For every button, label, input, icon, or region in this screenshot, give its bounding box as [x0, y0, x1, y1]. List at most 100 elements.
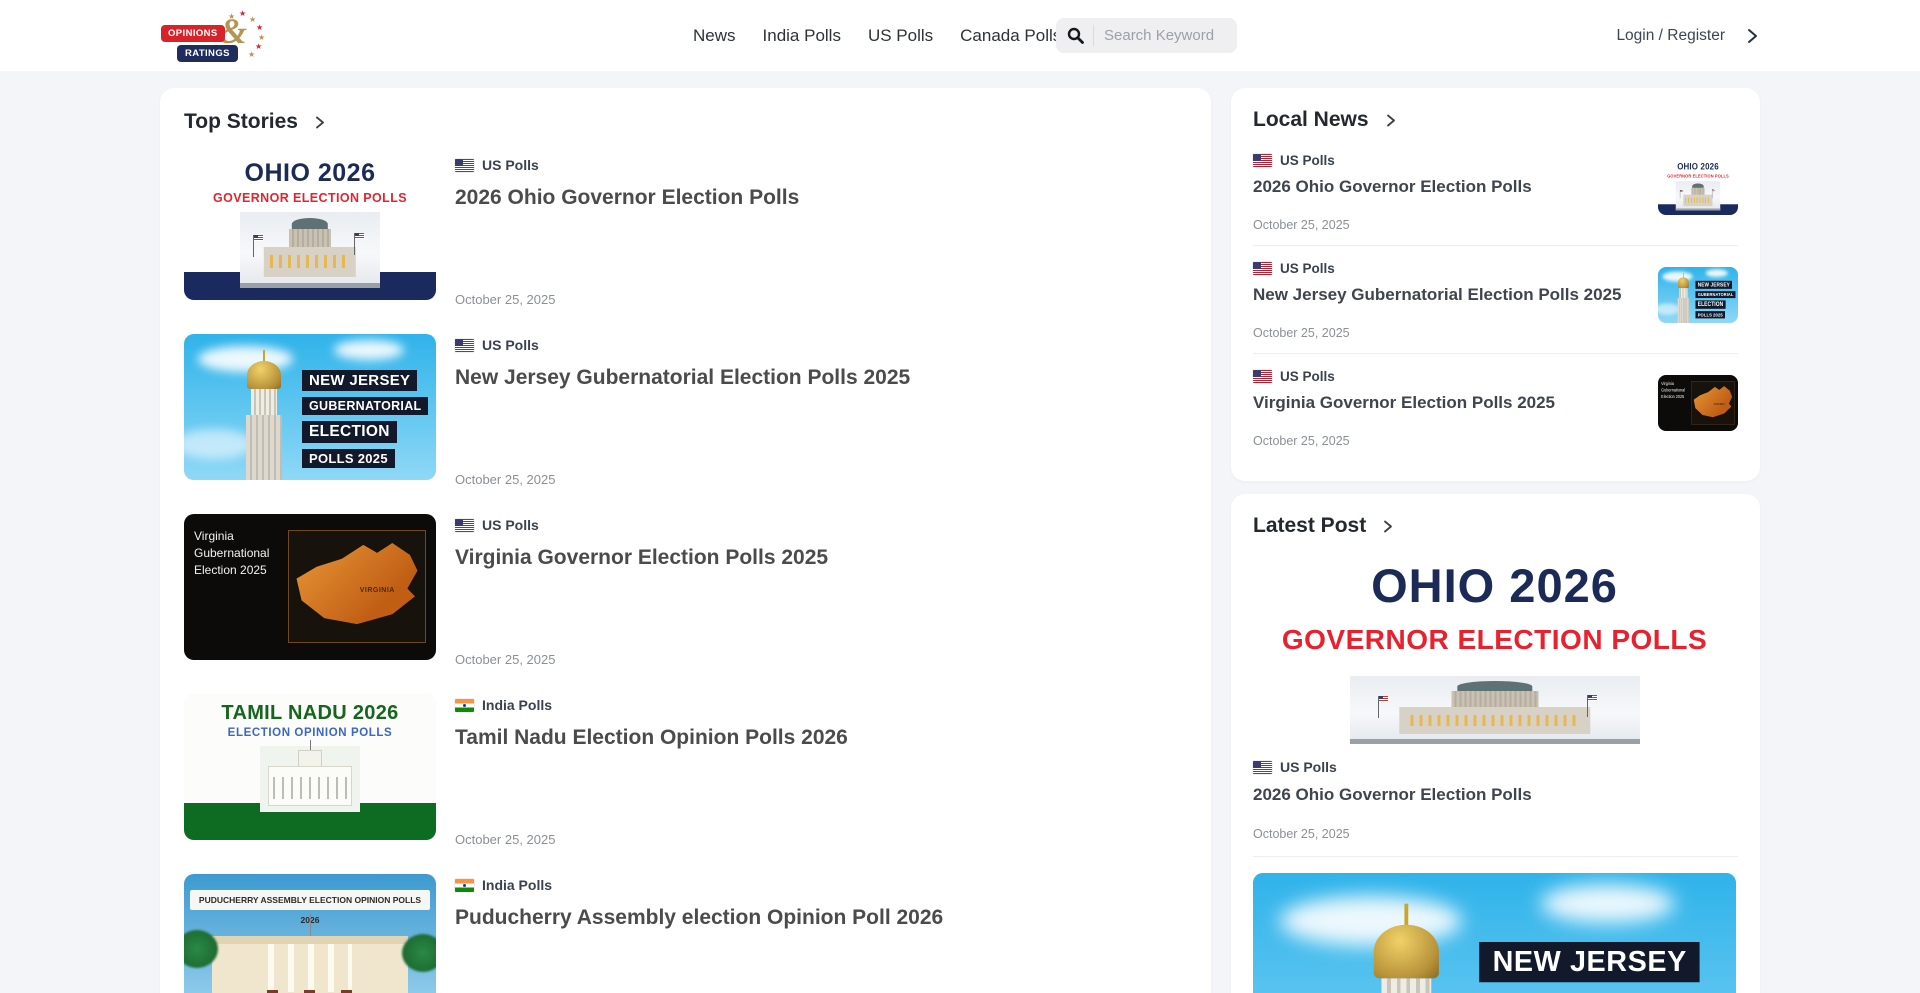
category-badge[interactable]: US Polls [455, 517, 1187, 533]
article-title[interactable]: Puducherry Assembly election Opinion Pol… [455, 906, 1187, 930]
nav-link-news[interactable]: News [693, 26, 736, 46]
article-date: October 25, 2025 [455, 292, 555, 307]
article-title[interactable]: Virginia Governor Election Polls 2025 [455, 546, 1187, 570]
post-title[interactable]: 2026 Ohio Governor Election Polls [1253, 785, 1738, 805]
login-register[interactable]: Login / Register [1616, 0, 1760, 71]
logo-star-icon: ★ [248, 51, 255, 59]
statehouse-photo-graphic [1350, 676, 1640, 744]
article-row[interactable]: TAMIL NADU 2026 ELECTION OPINION POLLS I… [184, 694, 1187, 840]
article-thumbnail[interactable]: PUDUCHERRY ASSEMBLY ELECTION OPINION POL… [184, 874, 436, 993]
article-title[interactable]: 2026 Ohio Governor Election Polls [455, 186, 1187, 210]
virginia-thumbnail-art: Virginia Gubernational Election 2025 VIR… [1658, 375, 1738, 431]
category-label: US Polls [482, 157, 539, 173]
us-flag-icon [1253, 761, 1272, 774]
category-badge[interactable]: US Polls [455, 157, 1187, 173]
article-thumbnail[interactable]: TAMIL NADU 2026 ELECTION OPINION POLLS [184, 694, 436, 840]
local-news-body: US Polls 2026 Ohio Governor Election Pol… [1253, 153, 1642, 232]
logo-star-icon: ★ [256, 24, 263, 32]
article-thumbnail[interactable]: Virginia Gubernational Election 2025 VIR… [184, 514, 436, 660]
map-label-text: VIRGINIA [1714, 403, 1725, 406]
local-news-title-text[interactable]: Virginia Governor Election Polls 2025 [1253, 393, 1642, 413]
local-news-title-text[interactable]: 2026 Ohio Governor Election Polls [1253, 177, 1642, 197]
latest-post-image[interactable]: OHIO 2026 GOVERNOR ELECTION POLLS [1253, 554, 1736, 744]
category-badge[interactable]: US Polls [1253, 153, 1642, 168]
latest-post-title: Latest Post [1253, 514, 1366, 538]
article-body: India Polls Puducherry Assembly election… [455, 874, 1187, 993]
article-body: US Polls Virginia Governor Election Poll… [455, 514, 1187, 660]
chevron-right-icon [1384, 114, 1397, 127]
article-row[interactable]: OHIO 2026 GOVERNOR ELECTION POLLS US Pol… [184, 154, 1187, 300]
article-row[interactable]: PUDUCHERRY ASSEMBLY ELECTION OPINION POL… [184, 874, 1187, 993]
nav-link-india-polls[interactable]: India Polls [763, 26, 841, 46]
statehouse-photo-graphic [1676, 181, 1720, 210]
search-divider [1093, 25, 1094, 46]
latest-post-header[interactable]: Latest Post [1253, 514, 1738, 538]
category-badge[interactable]: US Polls [455, 337, 1187, 353]
thumb-title-text: NEW JERSEY [1695, 281, 1732, 289]
map-label-text: VIRGINIA [360, 587, 395, 594]
article-thumbnail[interactable]: NEW JERSEY GUBERNATORIAL ELECTION POLLS … [184, 334, 436, 480]
article-row[interactable]: NEW JERSEY GUBERNATORIAL ELECTION POLLS … [184, 334, 1187, 480]
thumb-title-text: ELECTION [1695, 300, 1725, 308]
local-news-item[interactable]: US Polls 2026 Ohio Governor Election Pol… [1253, 138, 1738, 245]
local-news-thumbnail[interactable]: NEW JERSEY GUBERNATORIAL ELECTION POLLS … [1658, 267, 1738, 323]
article-thumbnail[interactable]: OHIO 2026 GOVERNOR ELECTION POLLS [184, 154, 436, 300]
local-news-thumbnail[interactable]: Virginia Gubernational Election 2025 VIR… [1658, 375, 1738, 431]
top-stories-list: OHIO 2026 GOVERNOR ELECTION POLLS US Pol… [184, 154, 1187, 993]
header: OPINIONS & RATINGS ★ ★ ★ ★ ★ ★ ★ News In… [0, 0, 1920, 71]
local-news-section: Local News US Polls 2026 Ohio Governor E… [1231, 88, 1760, 481]
category-badge[interactable]: India Polls [455, 697, 1187, 713]
category-badge[interactable]: US Polls [1253, 261, 1642, 276]
article-body: US Polls New Jersey Gubernatorial Electi… [455, 334, 1187, 480]
post-date: October 25, 2025 [1253, 827, 1738, 841]
thumb-title-text: NEW JERSEY [302, 370, 417, 391]
local-news-item[interactable]: US Polls New Jersey Gubernatorial Electi… [1253, 245, 1738, 353]
chevron-right-icon [313, 116, 326, 129]
thumb-title-text: GUBERNATORIAL [302, 397, 428, 415]
login-register-label: Login / Register [1616, 27, 1725, 45]
top-stories-title: Top Stories [184, 110, 298, 134]
new-jersey-thumbnail-art: NEW JERSEY GUBERNATORIAL ELECTION POLLS … [184, 334, 436, 480]
top-stories-section: Top Stories OHIO 2026 GOVERNOR ELECTION … [160, 88, 1211, 993]
article-title[interactable]: New Jersey Gubernatorial Election Polls … [455, 366, 1187, 390]
thumb-title-text: POLLS 2025 [1695, 311, 1724, 318]
category-badge[interactable]: India Polls [455, 877, 1187, 893]
article-title[interactable]: Tamil Nadu Election Opinion Polls 2026 [455, 726, 1187, 750]
local-news-thumbnail[interactable]: OHIO 2026 GOVERNOR ELECTION POLLS [1658, 159, 1738, 215]
search-input[interactable] [1104, 27, 1214, 44]
local-news-body: US Polls Virginia Governor Election Poll… [1253, 369, 1642, 448]
site-logo[interactable]: OPINIONS & RATINGS ★ ★ ★ ★ ★ ★ ★ [161, 12, 271, 62]
us-flag-icon [455, 519, 474, 532]
local-news-date: October 25, 2025 [1253, 218, 1642, 232]
statehouse-photo-graphic [240, 212, 380, 288]
local-news-title-text[interactable]: New Jersey Gubernatorial Election Polls … [1253, 285, 1642, 305]
thumb-title-text: OHIO 2026 [1253, 558, 1736, 613]
nav-link-canada-polls[interactable]: Canada Polls [960, 26, 1061, 46]
article-date: October 25, 2025 [455, 832, 555, 847]
article-date: October 25, 2025 [455, 472, 555, 487]
nav-link-us-polls[interactable]: US Polls [868, 26, 933, 46]
us-flag-icon [1253, 154, 1272, 167]
top-stories-header[interactable]: Top Stories [184, 110, 1187, 134]
local-news-header[interactable]: Local News [1253, 108, 1738, 132]
gold-dome-graphic [246, 350, 282, 480]
category-badge[interactable]: US Polls [1253, 759, 1738, 775]
india-flag-icon [455, 879, 474, 892]
thumb-title-text: OHIO 2026 [184, 159, 436, 188]
latest-post-image[interactable]: NEW JERSEY GUBERNATORIAL ELECTION POLLS … [1253, 873, 1736, 993]
puducherry-thumbnail-art: PUDUCHERRY ASSEMBLY ELECTION OPINION POL… [184, 874, 436, 993]
local-news-list: US Polls 2026 Ohio Governor Election Pol… [1253, 138, 1738, 461]
thumb-title-text: GUBERNATORIAL [1695, 291, 1735, 298]
tamil-nadu-thumbnail-art: TAMIL NADU 2026 ELECTION OPINION POLLS [184, 694, 436, 840]
thumb-title-text: OHIO 2026 [1658, 161, 1738, 172]
thumb-title-text: NEW JERSEY [1479, 942, 1700, 982]
article-row[interactable]: Virginia Gubernational Election 2025 VIR… [184, 514, 1187, 660]
thumb-subtitle-text: GOVERNOR ELECTION POLLS [1253, 624, 1736, 656]
search-icon[interactable] [1067, 27, 1084, 44]
category-label: US Polls [482, 337, 539, 353]
local-news-item[interactable]: US Polls Virginia Governor Election Poll… [1253, 353, 1738, 461]
category-label: India Polls [482, 877, 552, 893]
category-badge[interactable]: US Polls [1253, 369, 1642, 384]
ohio-thumbnail-art: OHIO 2026 GOVERNOR ELECTION POLLS [184, 154, 436, 300]
category-label: US Polls [1280, 261, 1335, 276]
